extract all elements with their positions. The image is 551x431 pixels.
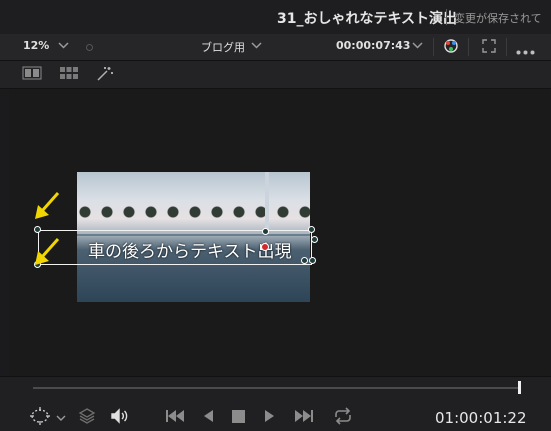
- magic-wand-icon[interactable]: [96, 66, 114, 82]
- playhead[interactable]: [518, 381, 521, 394]
- project-title: 31_おしゃれなテキスト演出: [277, 11, 458, 27]
- timecode-display: 00:00:07:43: [336, 39, 411, 52]
- dual-view-icon[interactable]: [22, 66, 42, 82]
- play-reverse-icon[interactable]: [202, 409, 214, 426]
- divider: [468, 38, 469, 56]
- chevron-down-icon[interactable]: [412, 40, 423, 53]
- layers-icon[interactable]: [78, 407, 96, 428]
- divider: [506, 38, 507, 56]
- chevron-down-icon[interactable]: [56, 411, 66, 425]
- save-status: 変更が保存されて: [454, 12, 542, 25]
- resize-handle[interactable]: [311, 236, 318, 243]
- status-dot-icon: [86, 44, 93, 51]
- title-bar: 31_おしゃれなテキスト演出 変更が保存されて: [0, 0, 551, 35]
- grid-view-icon[interactable]: [59, 66, 79, 82]
- jump-start-icon[interactable]: [165, 409, 185, 426]
- play-icon[interactable]: [264, 409, 276, 426]
- chevron-down-icon[interactable]: [58, 40, 69, 53]
- resize-handle[interactable]: [309, 257, 316, 264]
- more-options-icon[interactable]: [516, 44, 536, 58]
- divider: [433, 38, 434, 56]
- viewer-toolbar: [0, 61, 551, 89]
- resize-handle[interactable]: [308, 226, 315, 233]
- zoom-level[interactable]: 12%: [23, 39, 49, 52]
- stop-icon[interactable]: [232, 410, 245, 426]
- yellow-arrow-icon: [35, 192, 60, 219]
- title-separator: [446, 9, 447, 25]
- transform-tool-icon[interactable]: [30, 407, 52, 428]
- current-timecode: 01:00:01:22: [435, 409, 527, 427]
- viewer-header: 12% ブログ用 00:00:07:43: [0, 34, 551, 61]
- resize-handle[interactable]: [301, 257, 308, 264]
- color-wheel-icon[interactable]: [442, 37, 460, 58]
- timeline-name[interactable]: ブログ用: [201, 39, 245, 55]
- scrubber-track[interactable]: [33, 387, 521, 389]
- chevron-down-icon[interactable]: [251, 40, 262, 53]
- frame-trees: [77, 202, 310, 226]
- loop-icon[interactable]: [332, 407, 354, 428]
- transport-bar: 01:00:01:22: [0, 376, 551, 431]
- speaker-icon[interactable]: [110, 408, 130, 427]
- frame-pole: [265, 172, 269, 234]
- anchor-point[interactable]: [261, 243, 269, 251]
- yellow-arrow-icon: [35, 238, 60, 265]
- fullscreen-icon[interactable]: [482, 39, 496, 56]
- jump-end-icon[interactable]: [294, 409, 314, 426]
- resize-handle[interactable]: [34, 226, 41, 233]
- resize-handle[interactable]: [262, 228, 269, 235]
